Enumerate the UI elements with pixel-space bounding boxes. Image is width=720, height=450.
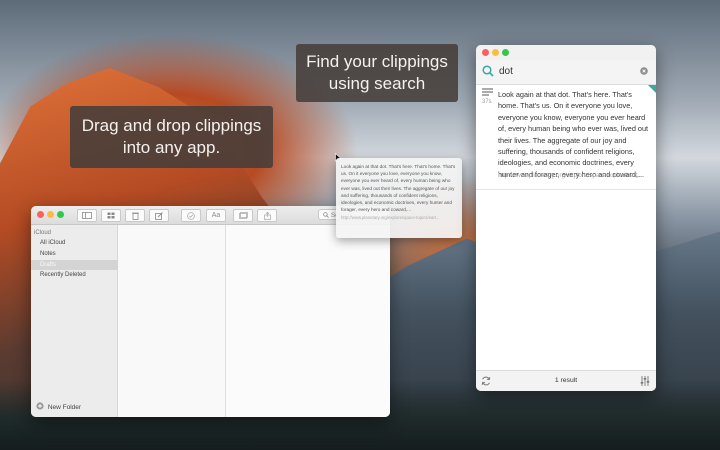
sidebar-item-notes[interactable]: Notes <box>31 249 126 259</box>
clipping-age: 37s <box>482 99 492 105</box>
search-callout: Find your clippings using search <box>296 44 458 102</box>
sidebar-item-all-icloud[interactable]: All iCloud <box>31 238 126 248</box>
checklist-button[interactable] <box>181 209 201 222</box>
format-button[interactable]: Aa <box>206 209 226 222</box>
minimize-icon[interactable] <box>47 211 54 218</box>
search-icon <box>323 212 329 218</box>
list-icon <box>482 88 493 96</box>
clippings-titlebar <box>476 45 656 60</box>
dragged-clipping-text: Look again at that dot. That's here. Tha… <box>341 164 456 213</box>
dragged-clipping-url: http://www.planetary.org/explore/space-t… <box>341 215 440 221</box>
clipping-text: Look again at that dot. That's here. Tha… <box>498 90 649 179</box>
clippings-footer: 1 result <box>476 370 656 391</box>
format-icon: Aa <box>211 212 221 219</box>
sidebar-toggle-icon <box>82 212 92 219</box>
drag-callout: Drag and drop clippings into any app. <box>70 106 273 168</box>
clippings-search-bar <box>476 60 656 85</box>
settings-sliders-icon[interactable] <box>640 376 650 386</box>
search-callout-text: Find your clippings using search <box>306 52 448 93</box>
sidebar-item-recently-deleted[interactable]: Recently Deleted <box>31 270 126 280</box>
share-icon <box>263 211 271 220</box>
search-icon <box>482 65 494 77</box>
zoom-icon[interactable] <box>502 49 509 56</box>
minimize-icon[interactable] <box>492 49 499 56</box>
notes-sidebar: iCloud All iCloud Notes Drafts Recently … <box>31 225 126 417</box>
drag-callout-text: Drag and drop clippings into any app. <box>81 116 262 157</box>
attachments-icon <box>107 212 115 219</box>
clippings-window: 37s Look again at that dot. That's here.… <box>476 45 656 391</box>
gallery-icon <box>238 212 248 219</box>
zoom-icon[interactable] <box>57 211 64 218</box>
close-icon[interactable] <box>37 211 44 218</box>
note-editor[interactable] <box>226 225 390 417</box>
close-icon[interactable] <box>482 49 489 56</box>
new-folder-label: New Folder <box>47 403 82 411</box>
delete-button[interactable] <box>125 209 145 222</box>
result-count: 1 result <box>554 377 578 384</box>
sidebar-toggle-button[interactable] <box>77 209 97 222</box>
plus-circle-icon <box>36 402 44 410</box>
new-folder-button[interactable]: New Folder <box>36 402 81 412</box>
trash-icon <box>131 212 139 220</box>
notes-window: Aa Search iCloud All iCloud Notes Drafts… <box>31 206 390 417</box>
attachments-button[interactable] <box>101 209 121 222</box>
clipping-item[interactable]: 37s Look again at that dot. That's here.… <box>476 85 656 190</box>
sidebar-section-icloud: iCloud <box>34 230 52 236</box>
compose-icon <box>155 211 163 220</box>
notes-list[interactable] <box>118 225 226 417</box>
compose-button[interactable] <box>149 209 169 222</box>
checklist-icon <box>187 211 195 220</box>
clippings-search-input[interactable] <box>499 66 629 77</box>
sidebar-item-drafts[interactable]: Drafts <box>31 260 126 270</box>
gallery-button[interactable] <box>233 209 253 222</box>
clipping-url[interactable]: http://www.planetary.org/explore/space-t… <box>498 172 650 179</box>
share-button[interactable] <box>257 209 277 222</box>
clear-search-icon[interactable] <box>640 67 648 75</box>
dragged-clipping-preview[interactable]: Look again at that dot. That's here. Tha… <box>336 158 462 238</box>
